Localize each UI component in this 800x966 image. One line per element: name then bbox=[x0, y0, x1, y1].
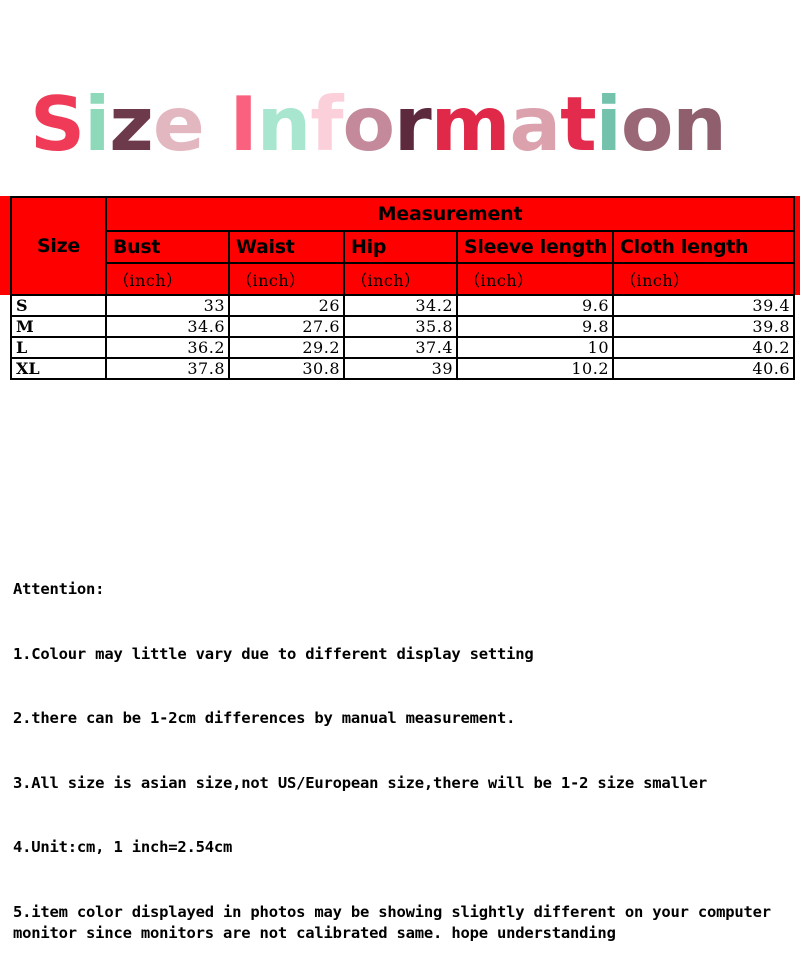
title-letter-12: t bbox=[560, 80, 597, 168]
header-cell-cloth-length: Cloth length bbox=[611, 230, 796, 264]
title-letter-15: n bbox=[672, 80, 726, 168]
cell-bust: 36.2 bbox=[105, 336, 230, 359]
cell-sleeve: 9.8 bbox=[456, 315, 614, 338]
unit-cell-cloth-length: （inch） bbox=[611, 262, 796, 296]
title-letter-14: o bbox=[620, 80, 674, 168]
unit-cell-waist: （inch） bbox=[228, 262, 345, 296]
unit-cell-bust: （inch） bbox=[105, 262, 230, 296]
title-letter-0: S bbox=[30, 80, 85, 168]
attention-line-2: 2.there can be 1-2cm differences by manu… bbox=[13, 709, 516, 727]
title-letter-5: I bbox=[229, 80, 257, 168]
header-cell-sleeve-length: Sleeve length bbox=[456, 230, 614, 264]
table-header-row-measurement: Size Measurement bbox=[10, 196, 796, 296]
title-letter-2: z bbox=[109, 80, 154, 168]
attention-line-1: 1.Colour may little vary due to differen… bbox=[13, 644, 534, 663]
cell-sleeve: 9.6 bbox=[456, 294, 614, 317]
cell-size: M bbox=[10, 315, 107, 338]
cell-cloth: 40.2 bbox=[611, 336, 796, 359]
table-row: XL 37.8 30.8 39 10.2 40.6 bbox=[10, 357, 796, 380]
cell-hip: 35.8 bbox=[343, 315, 458, 338]
header-cell-waist: Waist bbox=[228, 230, 345, 264]
cell-hip: 39 bbox=[343, 357, 458, 380]
cell-size: L bbox=[10, 336, 107, 359]
header-cell-hip: Hip bbox=[343, 230, 458, 264]
table-header-row-columns: Bust Waist Hip Sleeve length Cloth lengt… bbox=[11, 230, 796, 264]
cell-bust: 37.8 bbox=[105, 357, 230, 380]
title-letter-7: f bbox=[310, 80, 343, 168]
attention-line-3: 3.All size is asian size,not US/European… bbox=[13, 773, 708, 792]
title-letter-13: i bbox=[595, 80, 622, 168]
table-row: L 36.2 29.2 37.4 10 40.2 bbox=[10, 336, 796, 359]
page-title: Size Information bbox=[30, 84, 727, 164]
cell-cloth: 39.4 bbox=[611, 294, 796, 317]
unit-cell-hip: （inch） bbox=[343, 262, 458, 296]
cell-cloth: 39.8 bbox=[611, 315, 796, 338]
attention-notes: Attention: 1.Colour may little vary due … bbox=[13, 536, 793, 966]
cell-size: XL bbox=[10, 357, 107, 380]
cell-waist: 27.6 bbox=[228, 315, 345, 338]
unit-cell-sleeve-length: （inch） bbox=[456, 262, 614, 296]
title-letter-11: a bbox=[509, 80, 561, 168]
table-row: S 33 26 34.2 9.6 39.4 bbox=[10, 294, 796, 317]
cell-waist: 26 bbox=[228, 294, 345, 317]
title-block: Size Information bbox=[0, 84, 800, 164]
cell-bust: 34.6 bbox=[105, 315, 230, 338]
cell-waist: 29.2 bbox=[228, 336, 345, 359]
title-letter-4 bbox=[204, 80, 230, 168]
title-letter-3: e bbox=[152, 80, 205, 168]
cell-hip: 37.4 bbox=[343, 336, 458, 359]
header-cell-size: Size bbox=[10, 196, 107, 296]
attention-line-5: 5.item color displayed in photos may be … bbox=[13, 902, 781, 943]
cell-cloth: 40.6 bbox=[611, 357, 796, 380]
cell-bust: 33 bbox=[105, 294, 230, 317]
header-cell-measurement: Measurement bbox=[104, 196, 796, 232]
cell-hip: 34.2 bbox=[343, 294, 458, 317]
table-row: M 34.6 27.6 35.8 9.8 39.8 bbox=[10, 315, 796, 338]
size-information-table: Size Measurement Bust Waist Hip Sleeve l… bbox=[10, 196, 796, 380]
title-letter-10: m bbox=[430, 80, 511, 168]
title-letter-9: r bbox=[394, 80, 432, 168]
title-letter-6: n bbox=[256, 80, 311, 168]
title-letter-8: o bbox=[342, 80, 395, 168]
cell-sleeve: 10 bbox=[456, 336, 614, 359]
cell-sleeve: 10.2 bbox=[456, 357, 614, 380]
attention-heading: Attention: bbox=[13, 580, 105, 598]
attention-line-4: 4.Unit:cm, 1 inch=2.54cm bbox=[13, 838, 233, 856]
cell-size: S bbox=[10, 294, 107, 317]
table-header-row-units: （inch） （inch） （inch） （inch） （inch） bbox=[11, 262, 796, 296]
cell-waist: 30.8 bbox=[228, 357, 345, 380]
title-letter-1: i bbox=[84, 80, 110, 168]
header-cell-bust: Bust bbox=[105, 230, 230, 264]
